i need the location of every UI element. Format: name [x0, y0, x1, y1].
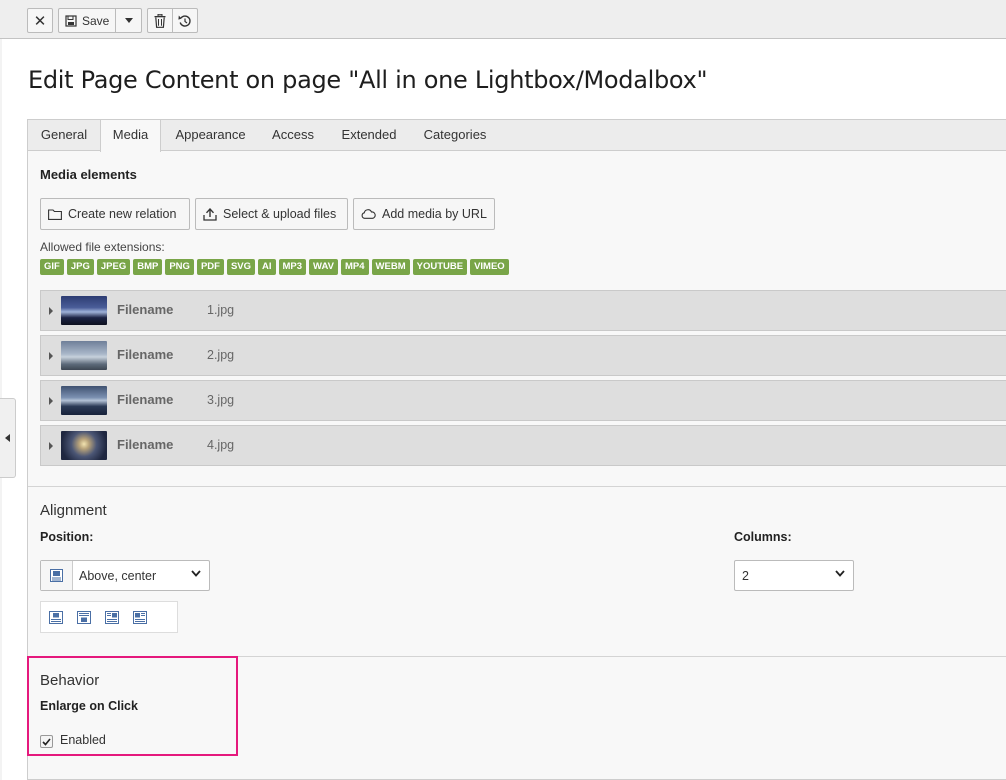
- extension-badge: SVG: [226, 259, 255, 275]
- expand-caret-icon[interactable]: [49, 442, 53, 450]
- position-select[interactable]: Above, center: [40, 560, 210, 591]
- close-button[interactable]: ✕: [27, 8, 53, 33]
- filename-value: 2.jpg: [207, 348, 235, 362]
- extension-badge: PNG: [165, 259, 194, 275]
- page-title: Edit Page Content on page "All in one Li…: [28, 66, 708, 94]
- allowed-extensions-label: Allowed file extensions:: [40, 240, 165, 254]
- trash-icon: [154, 13, 166, 28]
- filename-value: 1.jpg: [207, 303, 235, 317]
- caret-down-icon: [124, 18, 133, 23]
- create-new-relation-label: Create new relation: [68, 207, 177, 221]
- alignment-title: Alignment: [40, 502, 107, 519]
- columns-select[interactable]: 2: [734, 560, 854, 591]
- extension-badge: BMP: [133, 259, 163, 275]
- extension-badge: JPG: [66, 259, 94, 275]
- folder-icon: [48, 208, 62, 220]
- file-reference-row[interactable]: Filename 1.jpg: [40, 290, 1006, 331]
- select-upload-files-button[interactable]: Select & upload files: [195, 198, 348, 230]
- media-elements-title: Media elements: [40, 167, 137, 182]
- filename-label: Filename: [117, 302, 174, 317]
- filename-value: 3.jpg: [207, 393, 235, 407]
- position-above-center-icon[interactable]: [49, 611, 63, 624]
- position-intext-right-icon[interactable]: [105, 611, 119, 624]
- collapse-sidebar-handle[interactable]: [0, 398, 16, 478]
- tab-appearance[interactable]: Appearance: [163, 120, 258, 151]
- extension-badge: AI: [258, 259, 276, 275]
- filename-label: Filename: [117, 392, 174, 407]
- tab-bar: General Media Appearance Access Extended…: [28, 120, 1006, 152]
- expand-caret-icon[interactable]: [49, 307, 53, 315]
- behavior-highlight-frame: [27, 656, 238, 756]
- add-media-by-url-label: Add media by URL: [382, 207, 487, 221]
- extension-badge: WEBM: [371, 259, 410, 275]
- extension-badge: GIF: [40, 259, 64, 275]
- file-reference-row[interactable]: Filename 3.jpg: [40, 380, 1006, 421]
- upload-icon: [203, 207, 217, 221]
- tab-categories[interactable]: Categories: [410, 120, 500, 151]
- file-thumbnail: [61, 341, 107, 370]
- chevron-down-icon: [835, 570, 845, 577]
- save-label: Save: [82, 13, 110, 28]
- expand-caret-icon[interactable]: [49, 352, 53, 360]
- undo-icon: [178, 14, 191, 27]
- close-icon: ✕: [33, 12, 47, 30]
- allowed-extensions-list: GIF JPG JPEG BMP PNG PDF SVG AI MP3 WAV …: [40, 259, 509, 275]
- filename-label: Filename: [117, 347, 174, 362]
- extension-badge: MP4: [340, 259, 369, 275]
- undo-button[interactable]: [172, 8, 198, 33]
- expand-caret-icon[interactable]: [49, 397, 53, 405]
- doc-header-toolbar: ✕ Save: [0, 0, 1006, 39]
- columns-select-value: 2: [742, 568, 749, 583]
- tab-general[interactable]: General: [28, 120, 100, 151]
- chevron-down-icon: [191, 570, 201, 577]
- add-media-by-url-button[interactable]: Add media by URL: [353, 198, 495, 230]
- position-select-value: Above, center: [79, 568, 157, 583]
- file-reference-row[interactable]: Filename 4.jpg: [40, 425, 1006, 466]
- save-button[interactable]: Save: [58, 8, 116, 33]
- position-preview-icon: [41, 561, 73, 590]
- save-icon: [65, 14, 77, 27]
- save-dropdown-button[interactable]: [115, 8, 142, 33]
- caret-left-icon: [5, 434, 10, 442]
- file-thumbnail: [61, 296, 107, 325]
- filename-value: 4.jpg: [207, 438, 235, 452]
- extension-badge: MP3: [278, 259, 307, 275]
- file-reference-row[interactable]: Filename 2.jpg: [40, 335, 1006, 376]
- delete-button[interactable]: [147, 8, 173, 33]
- position-label: Position:: [40, 530, 94, 544]
- extension-badge: PDF: [196, 259, 224, 275]
- tab-access[interactable]: Access: [258, 120, 328, 151]
- columns-label: Columns:: [734, 530, 792, 544]
- extension-badge: WAV: [309, 259, 338, 275]
- create-new-relation-button[interactable]: Create new relation: [40, 198, 190, 230]
- extension-badge: JPEG: [96, 259, 131, 275]
- tab-media[interactable]: Media: [100, 120, 161, 152]
- filename-label: Filename: [117, 437, 174, 452]
- extension-badge: YOUTUBE: [412, 259, 468, 275]
- select-upload-files-label: Select & upload files: [223, 207, 337, 221]
- position-below-center-icon[interactable]: [77, 611, 91, 624]
- file-thumbnail: [61, 431, 107, 460]
- tab-extended[interactable]: Extended: [328, 120, 410, 151]
- cloud-icon: [361, 209, 376, 219]
- file-thumbnail: [61, 386, 107, 415]
- position-icon-picker: [40, 601, 178, 633]
- section-divider: [28, 486, 1006, 487]
- position-intext-left-icon[interactable]: [133, 611, 147, 624]
- extension-badge: VIMEO: [470, 259, 509, 275]
